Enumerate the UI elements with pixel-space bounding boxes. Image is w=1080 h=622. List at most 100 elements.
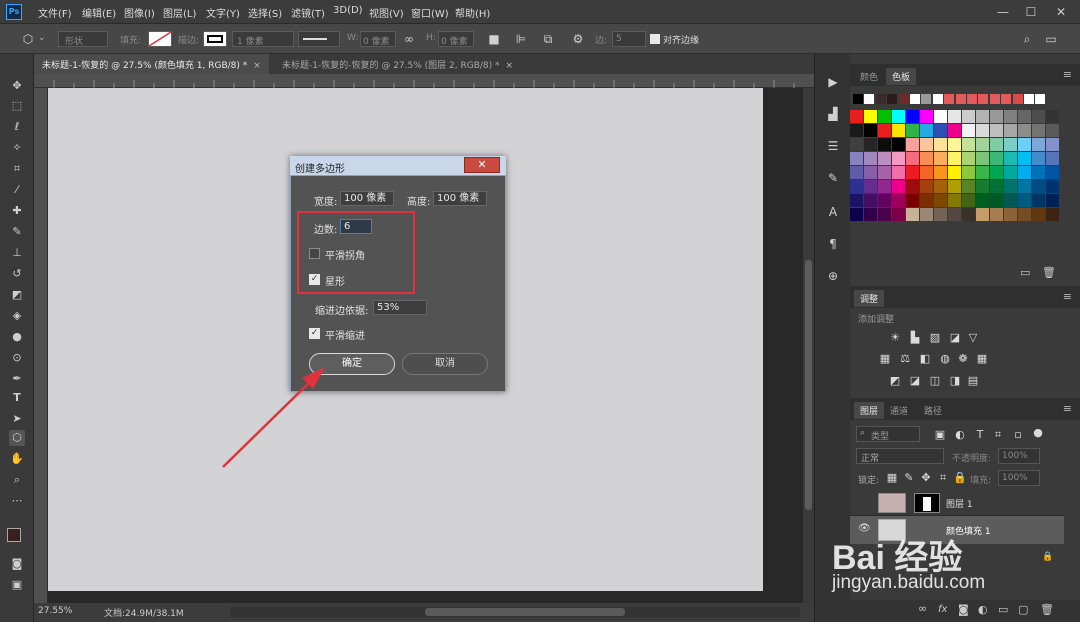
swatch[interactable]	[990, 152, 1003, 165]
swatch[interactable]	[1012, 94, 1023, 104]
lock-position-icon[interactable]: ✥	[919, 471, 933, 485]
new-adjustment-layer-icon[interactable]: ◐	[978, 603, 988, 616]
blend-mode-select[interactable]: 正常	[856, 448, 944, 464]
swatch[interactable]	[962, 180, 975, 193]
swatch[interactable]	[934, 166, 947, 179]
trash-icon[interactable]: 🗑	[1042, 266, 1056, 279]
stroke-swatch[interactable]	[203, 31, 227, 47]
swatch[interactable]	[1018, 180, 1031, 193]
tab-document-2[interactable]: 未标题-1-恢复的-恢复的 @ 27.5% (图层 2, RGB/8) * ×	[274, 54, 521, 74]
swatch[interactable]	[934, 208, 947, 221]
swatch[interactable]	[1004, 194, 1017, 207]
swatch[interactable]	[934, 110, 947, 123]
swatch[interactable]	[864, 124, 877, 137]
swatch[interactable]	[878, 166, 891, 179]
swatch[interactable]	[906, 180, 919, 193]
swatch[interactable]	[898, 94, 909, 104]
swatch[interactable]	[1032, 180, 1045, 193]
filter-shape-icon[interactable]: ⌗	[991, 428, 1005, 442]
tab-document-1[interactable]: 未标题-1-恢复的 @ 27.5% (颜色填充 1, RGB/8) * ×	[34, 54, 269, 74]
swatch[interactable]	[1018, 110, 1031, 123]
brush-settings-icon[interactable]: ✎	[825, 170, 841, 186]
eraser-tool-icon[interactable]: ◩	[9, 287, 25, 303]
swatch[interactable]	[967, 94, 977, 104]
menu-window[interactable]: 窗口(W)	[411, 5, 449, 20]
width-field[interactable]: 0 像素	[360, 31, 396, 47]
swatch[interactable]	[850, 110, 863, 123]
swatch[interactable]	[1032, 110, 1045, 123]
path-alignment-icon[interactable]: ⊫	[513, 31, 529, 47]
swatch[interactable]	[978, 94, 989, 104]
fill-swatch[interactable]	[148, 31, 172, 47]
swatch[interactable]	[1018, 208, 1031, 221]
layer-row[interactable]: 图层 1	[850, 490, 1064, 516]
swatch[interactable]	[864, 166, 877, 179]
swatch[interactable]	[962, 152, 975, 165]
swatch[interactable]	[850, 180, 863, 193]
hue-saturation-icon[interactable]: ▦	[878, 352, 892, 366]
swatch[interactable]	[948, 194, 961, 207]
minimize-button[interactable]: —	[990, 2, 1016, 22]
swatch[interactable]	[1046, 110, 1059, 123]
filter-toggle-icon[interactable]: ●	[1031, 426, 1045, 440]
swatch[interactable]	[1004, 180, 1017, 193]
swatch[interactable]	[878, 194, 891, 207]
close-tab-icon[interactable]: ×	[506, 61, 514, 71]
swatch[interactable]	[853, 94, 863, 104]
swatch[interactable]	[1004, 110, 1017, 123]
foreground-color-swatch[interactable]	[7, 528, 21, 542]
path-arrangement-icon[interactable]: ⧉	[540, 31, 556, 47]
swatch[interactable]	[1001, 94, 1012, 104]
tab-adjustments[interactable]: 调整	[854, 290, 885, 307]
panel-menu-icon[interactable]: ≡	[1063, 402, 1072, 415]
zoom-tool-icon[interactable]: ⌕	[9, 472, 25, 488]
swatch[interactable]	[920, 166, 933, 179]
brightness-icon[interactable]: ☀	[888, 331, 902, 345]
brush-tool-icon[interactable]: ✎	[9, 224, 25, 240]
swatch[interactable]	[1046, 208, 1059, 221]
swatch[interactable]	[887, 94, 898, 104]
swatch[interactable]	[921, 94, 932, 104]
hand-tool-icon[interactable]: ✋	[9, 451, 25, 467]
swatch[interactable]	[1004, 138, 1017, 151]
swatch[interactable]	[1046, 152, 1059, 165]
swatch[interactable]	[962, 110, 975, 123]
color-lookup-icon[interactable]: ▦	[975, 352, 989, 366]
menu-help[interactable]: 帮助(H)	[455, 5, 490, 20]
swatch[interactable]	[920, 194, 933, 207]
swatch[interactable]	[1032, 152, 1045, 165]
dialog-close-button[interactable]: ✕	[464, 157, 500, 173]
swatch[interactable]	[1032, 124, 1045, 137]
vertical-ruler[interactable]	[34, 88, 48, 603]
swatch[interactable]	[1018, 194, 1031, 207]
link-icon[interactable]: ∞	[401, 31, 417, 47]
swatch[interactable]	[864, 208, 877, 221]
swatch[interactable]	[1032, 138, 1045, 151]
screen-mode-icon[interactable]: ▣	[9, 577, 25, 593]
swatch[interactable]	[892, 208, 905, 221]
tab-swatches[interactable]: 色板	[886, 68, 917, 85]
swatch[interactable]	[989, 94, 1000, 104]
path-operations-icon[interactable]: ■	[486, 31, 502, 47]
swatch[interactable]	[962, 194, 975, 207]
horizontal-scroll-thumb[interactable]	[425, 608, 625, 616]
swatch[interactable]	[1046, 166, 1059, 179]
properties-panel-icon[interactable]: ☰	[825, 138, 841, 154]
swatch[interactable]	[934, 152, 947, 165]
lock-pixels-icon[interactable]: ✎	[902, 471, 916, 485]
close-window-button[interactable]: ✕	[1048, 2, 1074, 22]
vibrance-icon[interactable]: ▽	[966, 331, 980, 345]
swatch[interactable]	[962, 208, 975, 221]
smooth-indent-checkbox[interactable]: ✓	[309, 328, 320, 339]
pen-tool-icon[interactable]: ✒	[9, 371, 25, 387]
swatch[interactable]	[1018, 124, 1031, 137]
add-mask-icon[interactable]: ◙	[958, 603, 969, 616]
layer-style-icon[interactable]: fx	[938, 604, 947, 615]
swatch[interactable]	[1018, 152, 1031, 165]
crop-tool-icon[interactable]: ⌗	[9, 161, 25, 177]
swatch[interactable]	[955, 94, 966, 104]
zoom-level[interactable]: 27.55%	[38, 606, 72, 616]
quick-mask-icon[interactable]: ◙	[9, 556, 25, 572]
channel-mixer-icon[interactable]: ❁	[956, 352, 970, 366]
document-info[interactable]: 文档:24.9M/38.1M	[104, 606, 184, 619]
